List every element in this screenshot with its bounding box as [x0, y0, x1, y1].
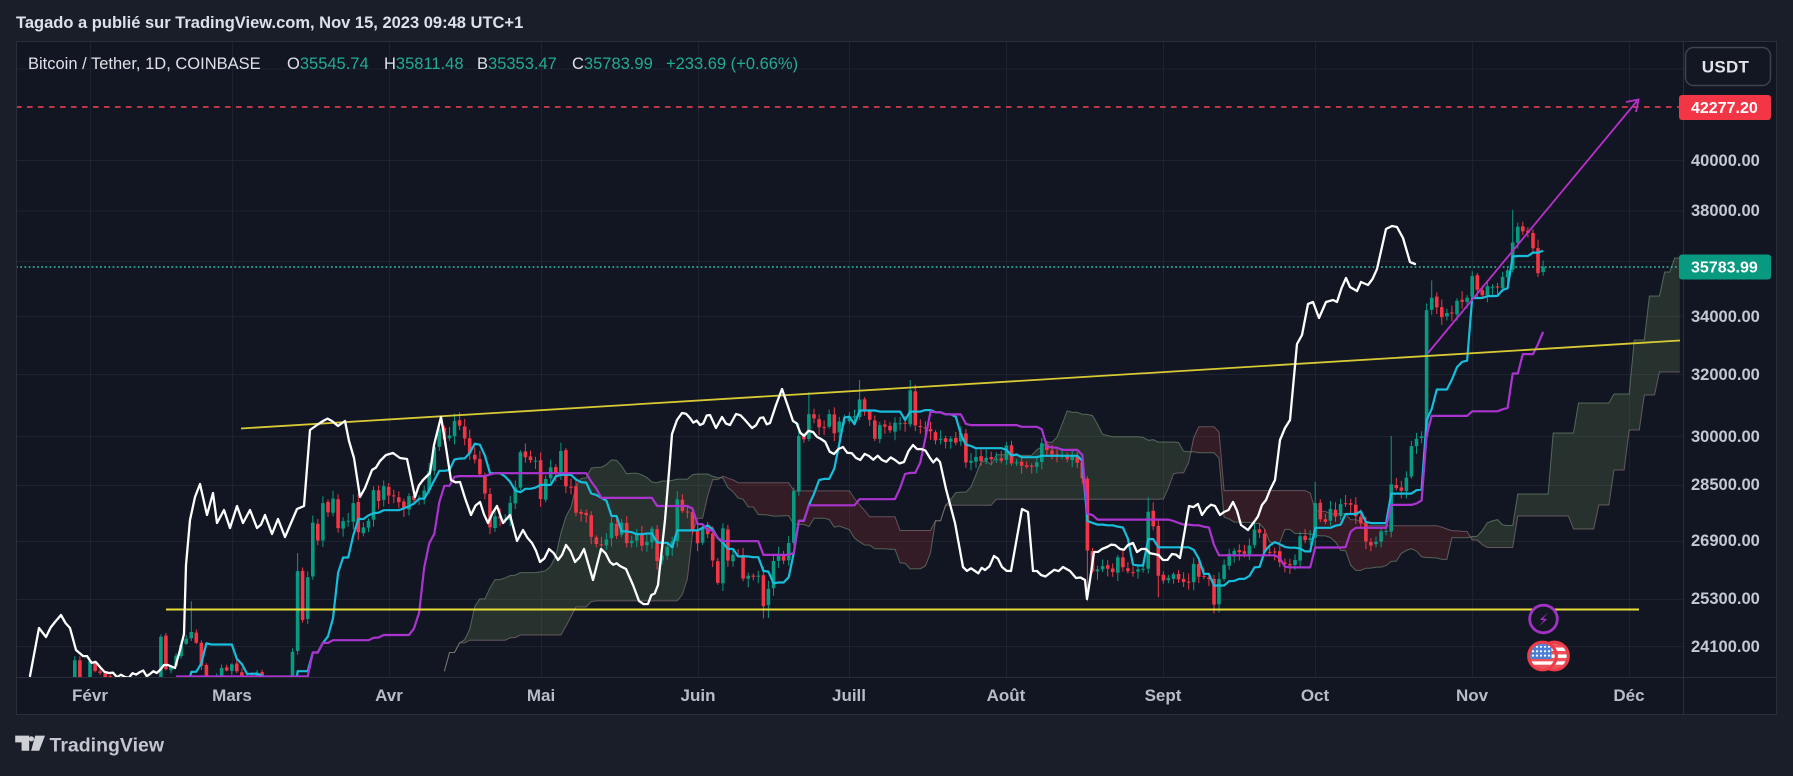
svg-text:USDT: USDT: [1702, 58, 1750, 77]
svg-text:Avr: Avr: [375, 686, 403, 705]
svg-text:C35783.99: C35783.99: [572, 55, 653, 73]
svg-text:Févr: Févr: [72, 686, 108, 705]
svg-text:Mars: Mars: [212, 686, 252, 705]
svg-text:O35545.74: O35545.74: [287, 55, 369, 73]
svg-text:Sept: Sept: [1145, 686, 1182, 705]
svg-text:25300.00: 25300.00: [1691, 590, 1760, 608]
svg-text:TradingView: TradingView: [50, 735, 165, 757]
svg-text:+233.69 (+0.66%): +233.69 (+0.66%): [666, 55, 798, 73]
svg-text:38000.00: 38000.00: [1691, 202, 1760, 220]
svg-text:34000.00: 34000.00: [1691, 308, 1760, 326]
svg-text:24100.00: 24100.00: [1691, 638, 1760, 656]
svg-text:H35811.48: H35811.48: [384, 55, 464, 73]
svg-text:Mai: Mai: [527, 686, 555, 705]
svg-text:Nov: Nov: [1456, 686, 1489, 705]
svg-text:42277.20: 42277.20: [1691, 100, 1758, 117]
svg-text:B35353.47: B35353.47: [477, 55, 557, 73]
svg-text:40000.00: 40000.00: [1691, 152, 1760, 170]
svg-text:Juin: Juin: [681, 686, 716, 705]
svg-text:Oct: Oct: [1301, 686, 1330, 705]
svg-text:28500.00: 28500.00: [1691, 476, 1760, 494]
svg-text:Juill: Juill: [832, 686, 866, 705]
svg-text:30000.00: 30000.00: [1691, 428, 1760, 446]
svg-text:Bitcoin / Tether, 1D, COINBASE: Bitcoin / Tether, 1D, COINBASE: [28, 55, 261, 73]
svg-text:Tagado a publié sur TradingVie: Tagado a publié sur TradingView.com, Nov…: [16, 14, 523, 32]
svg-text:35783.99: 35783.99: [1691, 260, 1758, 277]
svg-text:26900.00: 26900.00: [1691, 532, 1760, 550]
svg-text:32000.00: 32000.00: [1691, 366, 1760, 384]
svg-text:Déc: Déc: [1613, 686, 1644, 705]
svg-text:Août: Août: [987, 686, 1026, 705]
